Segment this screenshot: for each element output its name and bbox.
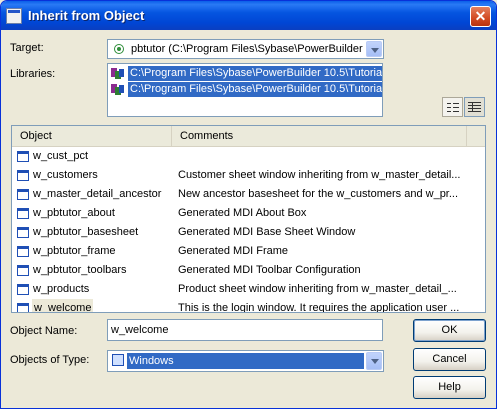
window-object-icon xyxy=(17,303,29,312)
libraries-list[interactable]: C:\Program Files\Sybase\PowerBuilder 10.… xyxy=(107,63,383,117)
details-view-button[interactable] xyxy=(464,97,485,117)
object-name: w_customers xyxy=(33,169,98,181)
window-title: Inherit from Object xyxy=(28,8,145,23)
object-list[interactable]: Object Comments w_cust_pct w_customers C… xyxy=(11,125,486,313)
object-name: w_pbtutor_basesheet xyxy=(33,226,139,238)
object-name-field[interactable]: w_welcome xyxy=(107,319,383,341)
window-object-icon xyxy=(17,246,29,257)
ok-button[interactable]: OK xyxy=(413,319,486,342)
object-comment: Product sheet window inheriting from w_m… xyxy=(178,283,457,295)
window-icon xyxy=(6,8,22,24)
chevron-down-icon[interactable] xyxy=(366,352,382,370)
object-name: w_welcome xyxy=(32,299,94,312)
library-path: C:\Program Files\Sybase\PowerBuilder 10.… xyxy=(128,66,382,81)
target-icon xyxy=(114,44,124,54)
object-comment: Customer sheet window inheriting from w_… xyxy=(178,169,461,181)
window-object-icon xyxy=(17,208,29,219)
chevron-down-icon[interactable] xyxy=(366,41,382,57)
object-comment: Generated MDI Base Sheet Window xyxy=(178,226,356,238)
library-icon xyxy=(111,84,125,95)
library-icon xyxy=(111,68,125,79)
window-object-icon xyxy=(17,265,29,276)
object-name: w_master_detail_ancestor xyxy=(33,188,162,200)
window-type-icon xyxy=(112,354,124,366)
help-button[interactable]: Help xyxy=(413,376,486,399)
object-name: w_products xyxy=(33,283,90,295)
title-bar[interactable]: Inherit from Object ✕ xyxy=(1,1,496,30)
list-view-button[interactable] xyxy=(442,97,463,117)
target-value: pbtutor (C:\Program Files\Sybase\PowerBu… xyxy=(131,43,363,55)
close-button[interactable]: ✕ xyxy=(470,6,491,27)
object-name: w_cust_pct xyxy=(33,150,89,162)
object-comment: Generated MDI About Box xyxy=(178,207,307,219)
list-item[interactable]: w_pbtutor_frame Generated MDI Frame xyxy=(12,242,485,261)
list-item[interactable]: w_pbtutor_about Generated MDI About Box xyxy=(12,204,485,223)
library-path: C:\Program Files\Sybase\PowerBuilder 10.… xyxy=(128,82,382,97)
object-comment: Generated MDI Toolbar Configuration xyxy=(178,264,361,276)
target-label: Target: xyxy=(10,42,44,54)
list-item[interactable]: w_customers Customer sheet window inheri… xyxy=(12,166,485,185)
objects-of-type-combo[interactable]: Windows xyxy=(107,350,384,372)
object-name-label: Object Name: xyxy=(10,325,78,337)
object-name: w_pbtutor_about xyxy=(33,207,115,219)
list-item[interactable]: w_pbtutor_basesheet Generated MDI Base S… xyxy=(12,223,485,242)
objects-of-type-value: Windows xyxy=(127,353,364,369)
library-item[interactable]: C:\Program Files\Sybase\PowerBuilder 10.… xyxy=(110,82,382,97)
window-object-icon xyxy=(17,284,29,295)
list-item[interactable]: w_products Product sheet window inheriti… xyxy=(12,280,485,299)
column-header-comments[interactable]: Comments xyxy=(172,126,467,146)
object-comment: This is the login window. It requires th… xyxy=(178,302,460,313)
list-item[interactable]: w_cust_pct xyxy=(12,147,485,166)
window-object-icon xyxy=(17,189,29,200)
object-name: w_pbtutor_frame xyxy=(33,245,116,257)
target-combo[interactable]: pbtutor (C:\Program Files\Sybase\PowerBu… xyxy=(107,39,384,59)
window-object-icon xyxy=(17,227,29,238)
object-name: w_pbtutor_toolbars xyxy=(33,264,127,276)
library-item[interactable]: C:\Program Files\Sybase\PowerBuilder 10.… xyxy=(110,66,382,81)
object-comment: New ancestor basesheet for the w_custome… xyxy=(178,188,459,200)
list-item[interactable]: w_pbtutor_toolbars Generated MDI Toolbar… xyxy=(12,261,485,280)
object-comment: Generated MDI Frame xyxy=(178,245,289,257)
list-header: Object Comments xyxy=(12,126,485,147)
inherit-dialog: Inherit from Object ✕ Target: pbtutor (C… xyxy=(0,0,497,409)
column-header-object[interactable]: Object xyxy=(12,126,172,146)
libraries-label: Libraries: xyxy=(10,68,56,80)
objects-of-type-label: Objects of Type: xyxy=(10,354,90,366)
window-object-icon xyxy=(17,170,29,181)
list-item-selected[interactable]: w_welcome This is the login window. It r… xyxy=(12,299,485,313)
list-item[interactable]: w_master_detail_ancestor New ancestor ba… xyxy=(12,185,485,204)
cancel-button[interactable]: Cancel xyxy=(413,348,486,371)
window-object-icon xyxy=(17,151,29,162)
